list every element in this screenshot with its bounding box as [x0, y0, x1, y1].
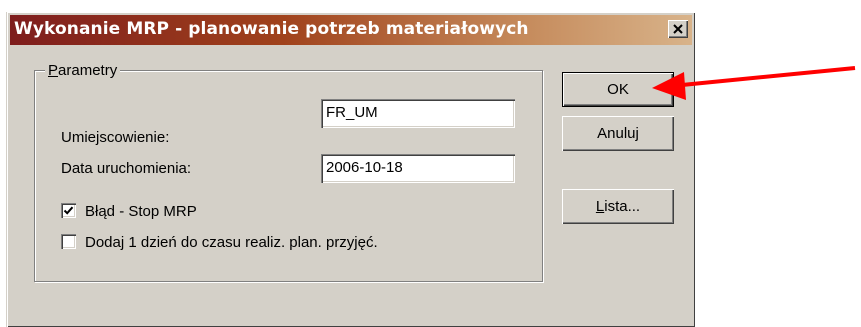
- parameters-group-label: Parametry: [45, 62, 121, 79]
- stop-mrp-checkbox[interactable]: [61, 203, 76, 218]
- mrp-dialog-window: Wykonanie MRP - planowanie potrzeb mater…: [6, 12, 695, 327]
- location-input[interactable]: FR_UM: [321, 99, 515, 128]
- stop-mrp-label: Błąd - Stop MRP: [85, 203, 197, 220]
- title-bar[interactable]: Wykonanie MRP - planowanie potrzeb mater…: [10, 15, 692, 45]
- close-button[interactable]: [668, 20, 688, 38]
- checkmark-icon: [63, 206, 74, 215]
- ok-button-label: OK: [607, 81, 629, 98]
- list-button-label: Lista...: [595, 198, 641, 215]
- add-day-checkbox[interactable]: [61, 234, 76, 249]
- window-title: Wykonanie MRP - planowanie potrzeb mater…: [14, 19, 529, 39]
- cancel-button[interactable]: Anuluj: [562, 116, 674, 151]
- location-label: Umiejscowienie:: [61, 129, 170, 146]
- cancel-button-label: Anuluj: [597, 125, 639, 142]
- close-icon: [673, 24, 683, 34]
- add-day-label: Dodaj 1 dzień do czasu realiz. plan. prz…: [85, 234, 378, 251]
- list-button[interactable]: Lista...: [562, 189, 674, 224]
- run-date-label: Data uruchomienia:: [61, 160, 192, 177]
- run-date-input[interactable]: 2006-10-18: [321, 154, 515, 183]
- ok-button[interactable]: OK: [562, 72, 674, 107]
